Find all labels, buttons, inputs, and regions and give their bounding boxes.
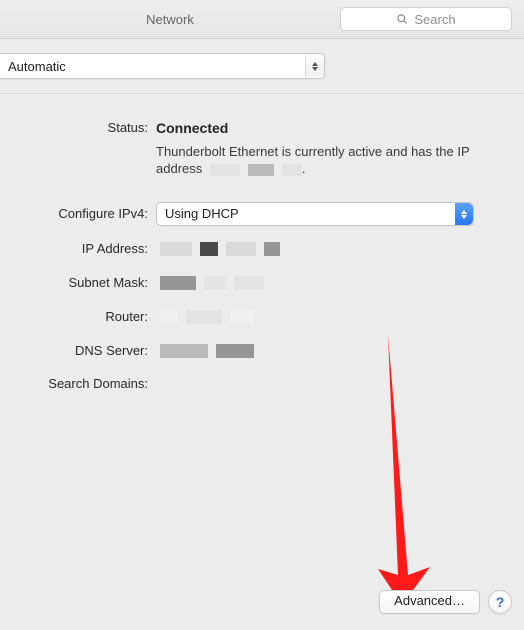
router-value: [156, 303, 254, 331]
search-domains-label: Search Domains:: [0, 371, 156, 397]
dns-server-label: DNS Server:: [0, 338, 156, 364]
window-title: Network: [0, 12, 340, 27]
updown-icon: [455, 203, 473, 225]
search-placeholder: Search: [414, 12, 455, 27]
dns-server-value: [156, 337, 254, 365]
status-value: Connected: [156, 115, 484, 141]
help-button[interactable]: ?: [488, 590, 512, 614]
ip-address-label: IP Address:: [0, 236, 156, 262]
status-label: Status:: [0, 115, 156, 141]
subnet-mask-label: Subnet Mask:: [0, 270, 156, 296]
configure-ipv4-label: Configure IPv4:: [0, 201, 156, 227]
footer: Advanced… ?: [379, 590, 512, 614]
redacted-ip-inline: [206, 163, 302, 177]
configure-ipv4-value: Using DHCP: [157, 204, 455, 224]
location-select-value: Automatic: [0, 59, 305, 74]
ip-address-value: [156, 235, 280, 263]
router-label: Router:: [0, 304, 156, 330]
search-wrap: Search: [340, 7, 524, 31]
location-select[interactable]: Automatic: [0, 53, 325, 79]
status-desc-suffix: .: [302, 161, 306, 176]
configure-ipv4-select[interactable]: Using DHCP: [156, 202, 474, 226]
location-bar: Automatic: [0, 39, 524, 94]
status-description: Thunderbolt Ethernet is currently active…: [156, 143, 484, 177]
updown-icon: [305, 55, 324, 77]
search-icon: [396, 13, 408, 25]
advanced-button[interactable]: Advanced…: [379, 590, 480, 614]
status-desc-prefix: Thunderbolt Ethernet is currently active…: [156, 144, 469, 176]
main-panel: Status: Connected Thunderbolt Ethernet i…: [0, 94, 524, 630]
subnet-mask-value: [156, 269, 264, 297]
titlebar: Network Search: [0, 0, 524, 39]
search-input[interactable]: Search: [340, 7, 512, 31]
